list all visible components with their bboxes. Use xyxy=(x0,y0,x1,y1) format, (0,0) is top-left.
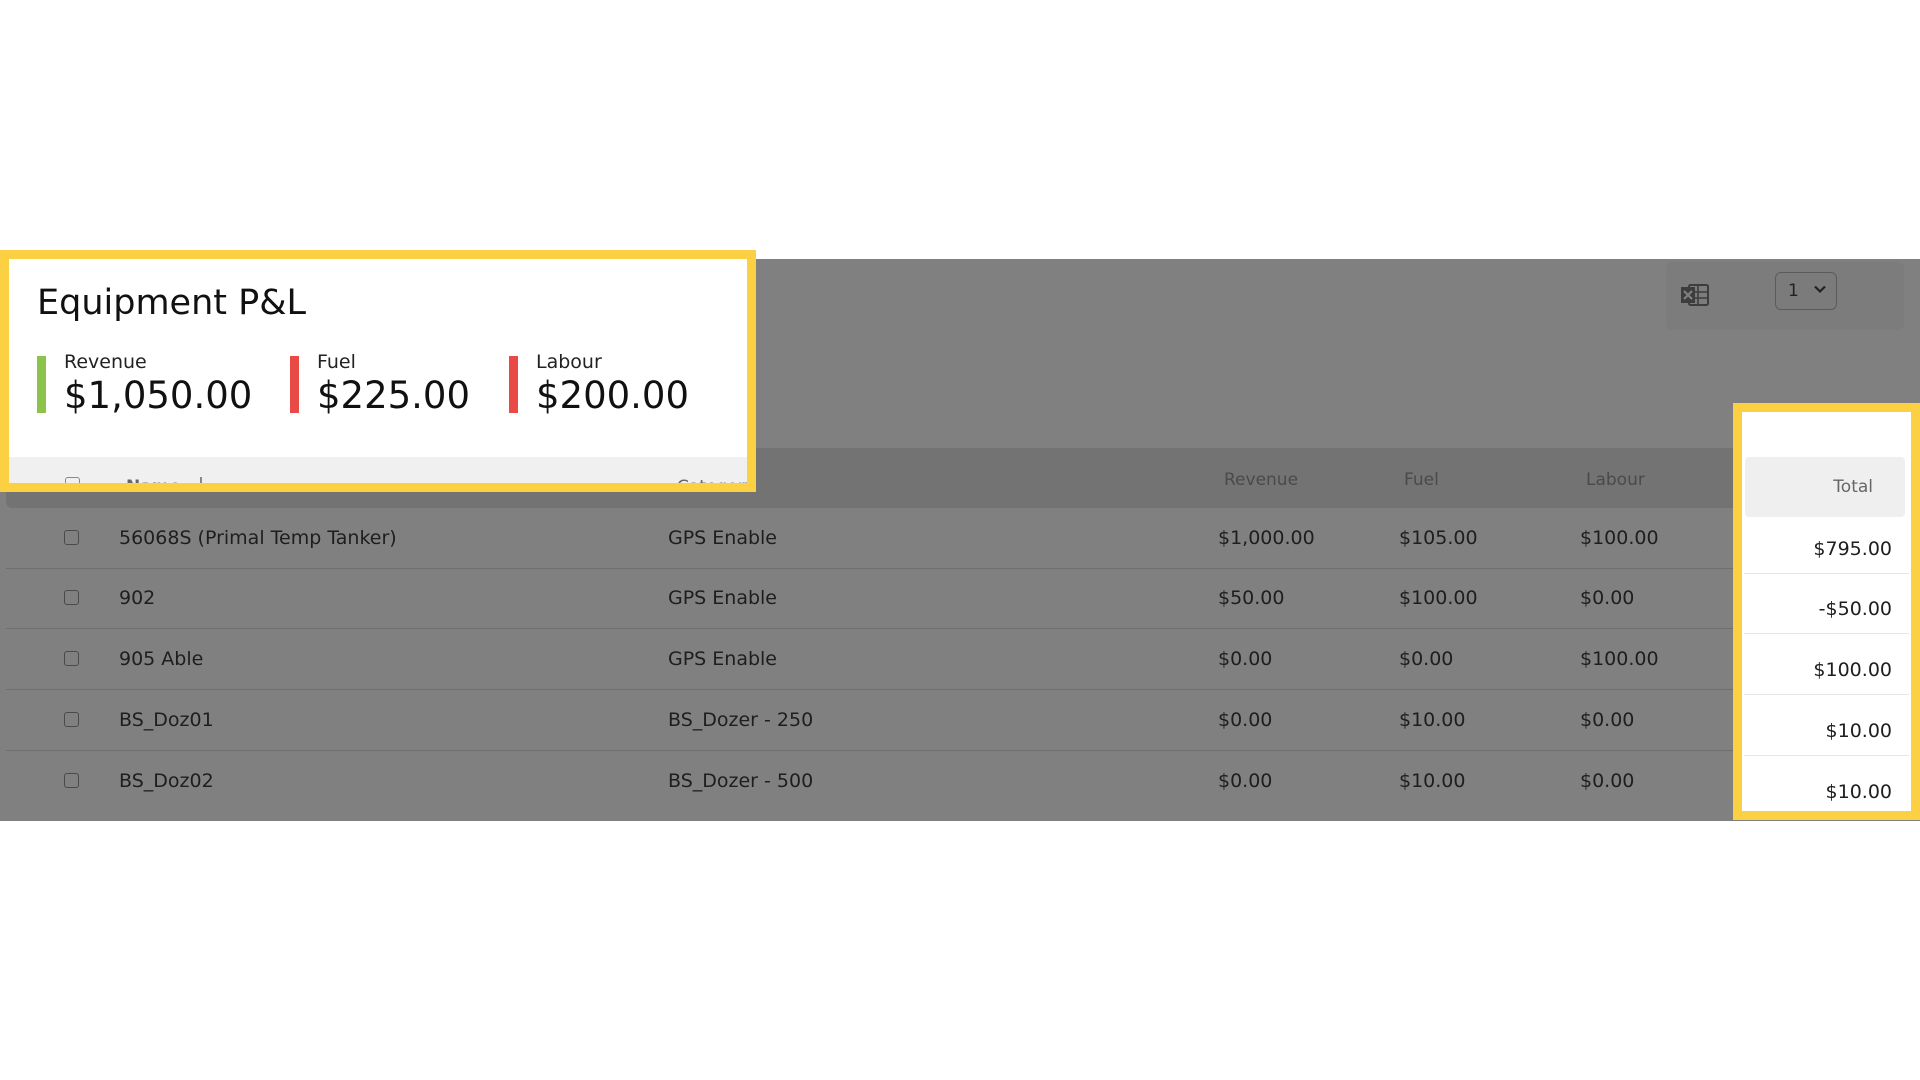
page-select-value: 1 xyxy=(1788,281,1799,301)
row-revenue: $1,000.00 xyxy=(1218,527,1315,549)
row-checkbox[interactable] xyxy=(64,530,79,545)
column-header-name[interactable]: Name xyxy=(126,477,181,483)
table-header-partial: Name Category xyxy=(9,457,747,483)
row-revenue: $0.00 xyxy=(1218,709,1273,731)
row-labour: $0.00 xyxy=(1580,587,1635,609)
row-name[interactable]: BS_Doz01 xyxy=(119,709,214,731)
row-fuel: $105.00 xyxy=(1399,527,1478,549)
metric-value: $1,050.00 xyxy=(64,374,253,417)
row-labour: $100.00 xyxy=(1580,648,1659,670)
column-header-revenue[interactable]: Revenue xyxy=(1224,470,1298,490)
row-checkbox[interactable] xyxy=(64,651,79,666)
row-revenue: $0.00 xyxy=(1218,770,1273,792)
table-row[interactable] xyxy=(6,690,1746,751)
row-fuel: $100.00 xyxy=(1399,587,1478,609)
row-divider xyxy=(1744,694,1909,695)
row-checkbox[interactable] xyxy=(64,773,79,788)
row-category: GPS Enable xyxy=(668,648,777,670)
page-title: Equipment P&L xyxy=(37,283,307,323)
row-name[interactable]: 905 Able xyxy=(119,648,203,670)
row-revenue: $50.00 xyxy=(1218,587,1285,609)
excel-export-icon[interactable] xyxy=(1680,283,1710,307)
metric-label: Revenue xyxy=(64,351,147,373)
table-row[interactable] xyxy=(6,568,1746,629)
row-divider xyxy=(1744,755,1909,756)
row-category: BS_Dozer - 500 xyxy=(668,770,814,792)
column-header-category[interactable]: Category xyxy=(677,477,747,483)
column-header-fuel[interactable]: Fuel xyxy=(1404,470,1439,490)
row-total: -$50.00 xyxy=(1818,598,1892,620)
highlighted-summary-card: Equipment P&L Revenue $1,050.00 Fuel $22… xyxy=(0,250,756,492)
metric-value: $200.00 xyxy=(536,374,690,417)
row-checkbox[interactable] xyxy=(64,590,79,605)
metric-value: $225.00 xyxy=(317,374,471,417)
select-all-checkbox[interactable] xyxy=(65,477,80,483)
metric-label: Labour xyxy=(536,351,602,373)
row-checkbox[interactable] xyxy=(64,712,79,727)
row-labour: $0.00 xyxy=(1580,709,1635,731)
row-total: $10.00 xyxy=(1825,781,1892,803)
row-divider xyxy=(1744,633,1909,634)
metric-label: Fuel xyxy=(317,351,356,373)
row-name[interactable]: 902 xyxy=(119,587,155,609)
row-total: $795.00 xyxy=(1813,538,1892,560)
column-header-labour[interactable]: Labour xyxy=(1586,470,1645,490)
revenue-indicator-bar xyxy=(37,356,46,413)
row-labour: $100.00 xyxy=(1580,527,1659,549)
row-total: $10.00 xyxy=(1825,720,1892,742)
row-category: BS_Dozer - 250 xyxy=(668,709,814,731)
chevron-down-icon xyxy=(1814,285,1826,294)
sort-indicator-icon xyxy=(200,477,202,483)
row-fuel: $0.00 xyxy=(1399,648,1454,670)
highlighted-total-column: Total $795.00 -$50.00 $100.00 $10.00 $10… xyxy=(1733,403,1920,820)
page-select[interactable]: 1 xyxy=(1775,272,1837,310)
row-fuel: $10.00 xyxy=(1399,709,1466,731)
column-header-total[interactable]: Total xyxy=(1833,477,1873,497)
row-category: GPS Enable xyxy=(668,527,777,549)
table-row[interactable] xyxy=(6,751,1746,811)
table-row[interactable] xyxy=(6,629,1746,690)
row-revenue: $0.00 xyxy=(1218,648,1273,670)
row-total: $100.00 xyxy=(1813,659,1892,681)
row-category: GPS Enable xyxy=(668,587,777,609)
column-header-total-cell: Total xyxy=(1745,457,1905,517)
row-name[interactable]: BS_Doz02 xyxy=(119,770,214,792)
labour-indicator-bar xyxy=(509,356,518,413)
row-labour: $0.00 xyxy=(1580,770,1635,792)
fuel-indicator-bar xyxy=(290,356,299,413)
row-divider xyxy=(1744,573,1909,574)
row-name[interactable]: 56068S (Primal Temp Tanker) xyxy=(119,527,397,549)
row-fuel: $10.00 xyxy=(1399,770,1466,792)
